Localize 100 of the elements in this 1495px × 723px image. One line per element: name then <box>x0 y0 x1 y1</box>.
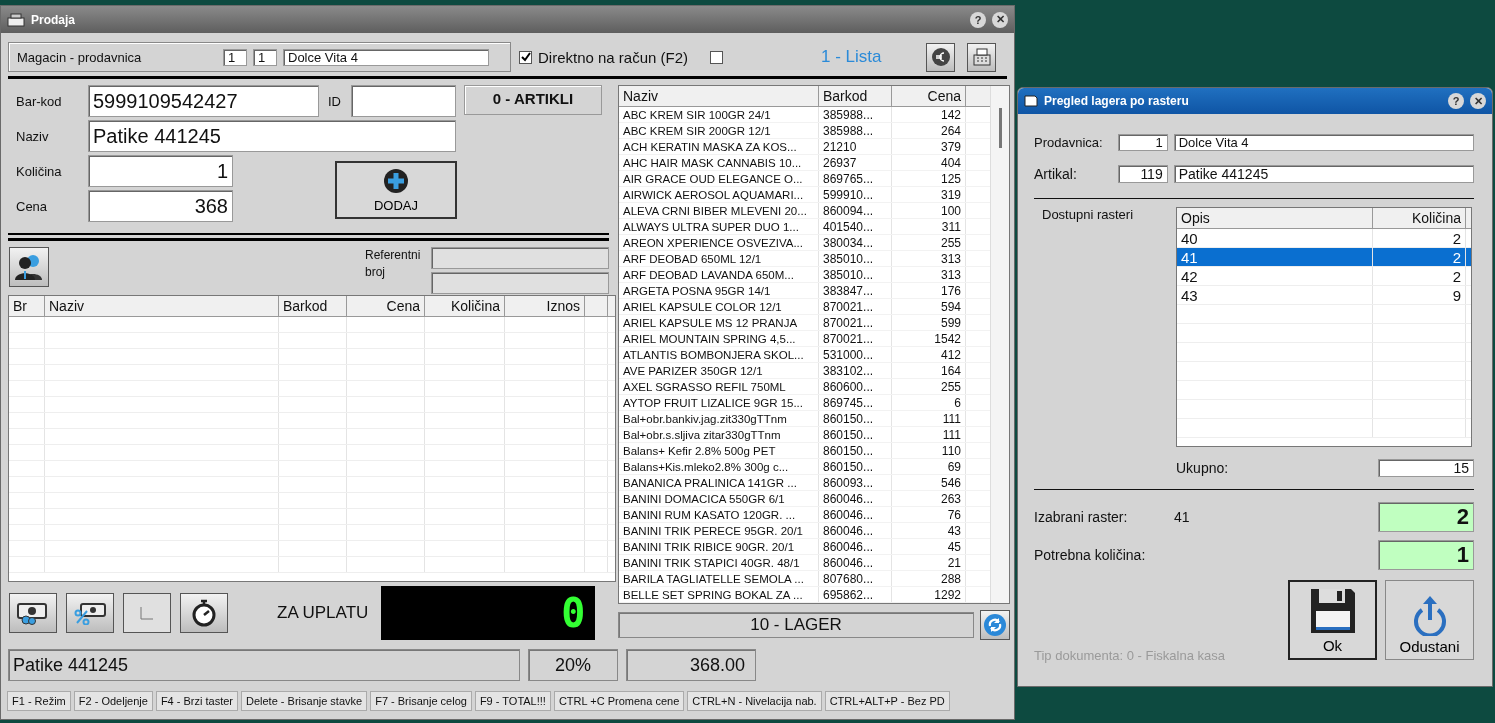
column-header[interactable]: Cena <box>892 86 966 106</box>
table-cell: 599 <box>892 315 966 330</box>
table-cell: 860150... <box>819 459 892 474</box>
store-name-field[interactable]: Dolce Vita 4 <box>1173 133 1474 151</box>
add-button[interactable]: DODAJ <box>335 161 457 219</box>
article-name-field[interactable]: Patike 441245 <box>1173 165 1474 183</box>
column-header[interactable]: Količina <box>425 296 505 316</box>
shortcut-key[interactable]: F2 - Odeljenje <box>73 691 153 711</box>
column-header[interactable]: Barkod <box>819 86 892 106</box>
shortcut-key[interactable]: F1 - Režim <box>7 691 71 711</box>
column-header[interactable]: Naziv <box>619 86 819 106</box>
barcode-field[interactable]: 5999109542427 <box>88 85 319 117</box>
table-cell: 43 <box>892 523 966 538</box>
shortcut-key[interactable]: F9 - TOTAL!!! <box>474 691 551 711</box>
table-cell: 546 <box>892 475 966 490</box>
shortcut-key[interactable]: F4 - Brzi taster <box>155 691 238 711</box>
size-row[interactable]: 41 2 <box>1177 248 1471 267</box>
shortcut-key[interactable]: F7 - Brisanje celog <box>370 691 472 711</box>
discount-button[interactable] <box>66 593 114 633</box>
bracket-icon <box>140 606 154 620</box>
table-cell: 288 <box>892 571 966 586</box>
table-cell: 1292 <box>892 587 966 602</box>
close-button[interactable]: ✕ <box>1470 93 1486 109</box>
table-cell: 385988... <box>819 123 892 138</box>
table-cell: 111 <box>892 411 966 426</box>
checkbox[interactable] <box>710 50 724 64</box>
store-field[interactable]: 1 <box>253 48 277 66</box>
direct-checkbox[interactable]: Direktno na račun (F2) <box>519 48 689 66</box>
size-row[interactable]: 42 2 <box>1177 267 1471 286</box>
table-cell: AIR GRACE OUD ELEGANCE O... <box>619 171 819 186</box>
help-button[interactable]: ? <box>970 11 986 28</box>
table-cell: 385010... <box>819 267 892 282</box>
column-header[interactable]: Iznos <box>505 296 585 316</box>
table-cell: 870021... <box>819 299 892 314</box>
shortcut-key[interactable]: Delete - Brisanje stavke <box>241 691 368 711</box>
article-id-field[interactable]: 119 <box>1118 165 1168 183</box>
article-label: Artikal: <box>1034 166 1078 182</box>
column-header[interactable]: Br <box>9 296 45 316</box>
table-cell: ARF DEOBAD 650ML 12/1 <box>619 251 819 266</box>
column-header[interactable]: Naziv <box>45 296 279 316</box>
table-cell: BANANICA PRALINICA 141GR ... <box>619 475 819 490</box>
shortcut-key[interactable]: CTRL+N - Nivelacija nab. <box>687 691 822 711</box>
table-cell: 76 <box>892 507 966 522</box>
table-cell: 313 <box>892 267 966 282</box>
table-cell: ABC KREM SIR 100GR 24/1 <box>619 107 819 122</box>
table-cell: 860046... <box>819 539 892 554</box>
reference-field[interactable] <box>431 247 609 269</box>
scrollbar[interactable] <box>990 86 1009 603</box>
table-cell: ALWAYS ULTRA SUPER DUO 1... <box>619 219 819 234</box>
column-header[interactable]: Opis <box>1177 208 1373 228</box>
selected-size: 41 <box>1174 509 1191 525</box>
refresh-button[interactable] <box>980 610 1010 640</box>
table-cell: 383102... <box>819 363 892 378</box>
cancel-button[interactable]: Odustani <box>1385 580 1474 660</box>
register-button[interactable] <box>967 42 997 72</box>
warehouse-field[interactable]: 1 <box>223 48 247 66</box>
column-header[interactable]: Količina <box>1373 208 1466 228</box>
name-field[interactable]: Patike 441245 <box>88 120 456 152</box>
selected-quantity-field[interactable]: 2 <box>1378 502 1474 532</box>
table-cell: ARIEL KAPSULE MS 12 PRANJA <box>619 315 819 330</box>
total-label: Ukupno: <box>1176 460 1229 476</box>
column-header[interactable]: Cena <box>347 296 425 316</box>
price-field[interactable]: 368 <box>88 190 233 222</box>
ok-button[interactable]: Ok <box>1288 580 1377 660</box>
store-name-field[interactable]: Dolce Vita 4 <box>283 48 489 66</box>
table-cell: ARIEL KAPSULE COLOR 12/1 <box>619 299 819 314</box>
shortcut-key[interactable]: CTRL +C Promena cene <box>553 691 685 711</box>
customer-button[interactable] <box>9 247 49 287</box>
table-cell: 385988... <box>819 107 892 122</box>
store-id-field[interactable]: 1 <box>1118 133 1168 151</box>
quantity-field[interactable]: 1 <box>88 155 233 187</box>
power-icon <box>1411 594 1448 636</box>
refresh-icon <box>983 613 1008 637</box>
document-icon <box>1024 95 1038 107</box>
table-cell: 319 <box>892 187 966 202</box>
table-cell: 1542 <box>892 331 966 346</box>
euro-button[interactable] <box>926 42 956 72</box>
table-cell: 385010... <box>819 251 892 266</box>
timer-button[interactable] <box>180 593 228 633</box>
table-cell: BANINI RUM KASATO 120GR. ... <box>619 507 819 522</box>
needed-quantity-field[interactable]: 1 <box>1378 540 1474 570</box>
column-header[interactable]: Barkod <box>279 296 347 316</box>
selected-size-label: Izabrani raster: <box>1034 509 1129 525</box>
total-field[interactable]: 15 <box>1378 459 1474 477</box>
table-cell: BANINI TRIK STAPICI 40GR. 48/1 <box>619 555 819 570</box>
dialog-title: Pregled lagera po rasteru <box>1044 94 1190 108</box>
plus-icon <box>383 167 409 194</box>
table-cell: BELLE SET SPRING BOKAL ZA ... <box>619 587 819 602</box>
table-cell: 860046... <box>819 491 892 506</box>
help-button[interactable]: ? <box>1448 93 1464 109</box>
table-cell: AVE PARIZER 350GR 12/1 <box>619 363 819 378</box>
table-cell: 860150... <box>819 427 892 442</box>
close-button[interactable]: ✕ <box>992 11 1008 28</box>
size-row[interactable]: 43 9 <box>1177 286 1471 305</box>
id-field[interactable] <box>351 85 456 117</box>
table-cell: BANINI TRIK RIBICE 90GR. 20/1 <box>619 539 819 554</box>
shortcut-key[interactable]: CTRL+ALT+P - Bez PD <box>824 691 950 711</box>
reference-field[interactable] <box>431 272 609 294</box>
cash-button[interactable] <box>9 593 57 633</box>
table-cell: 263 <box>892 491 966 506</box>
